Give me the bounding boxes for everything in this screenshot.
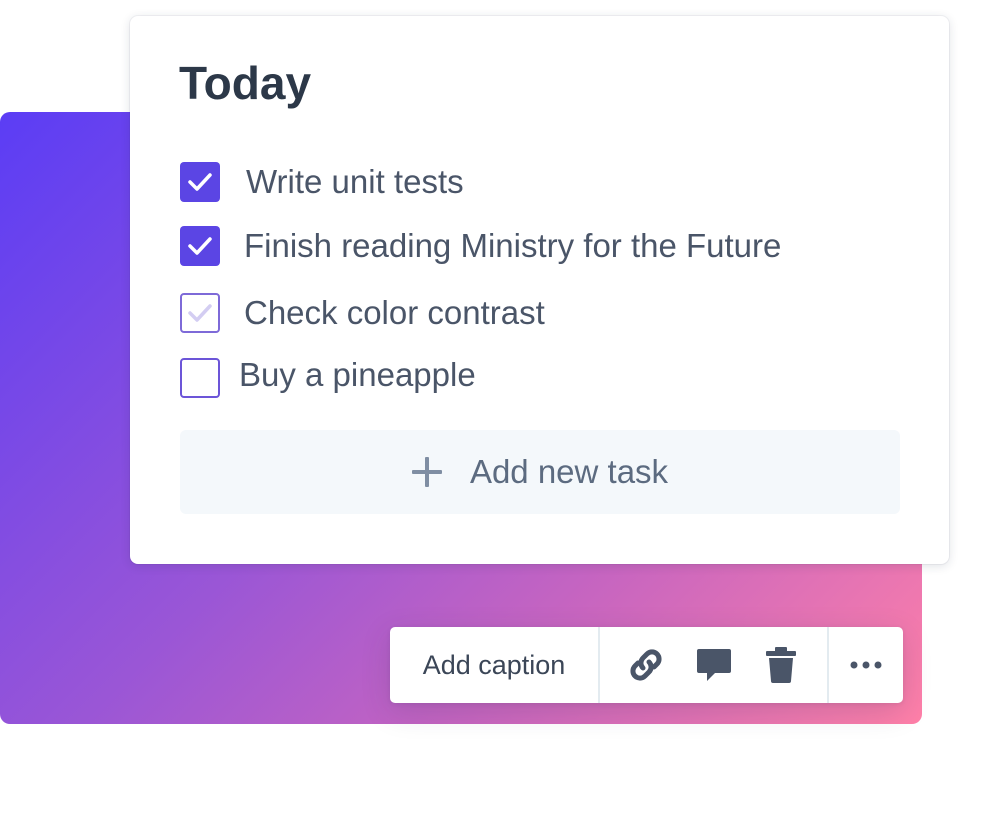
comment-icon (696, 649, 731, 681)
plus-icon (411, 457, 442, 487)
task-item: Finish reading Ministry for the Future (180, 226, 781, 266)
link-icon (630, 649, 662, 681)
add-caption-button[interactable]: Add caption (390, 627, 598, 703)
task-item: Check color contrast (180, 293, 545, 333)
task-checkbox[interactable] (180, 293, 220, 333)
add-new-task-label: Add new task (469, 453, 669, 490)
check-icon (188, 173, 212, 191)
more-options-button[interactable] (829, 627, 903, 703)
comment-button[interactable] (692, 643, 736, 687)
task-checkbox[interactable] (180, 226, 220, 266)
more-icon (850, 661, 882, 669)
check-icon (188, 237, 212, 255)
task-label: Finish reading Ministry for the Future (244, 227, 782, 264)
delete-button[interactable] (759, 643, 803, 687)
link-button[interactable] (624, 643, 668, 687)
task-label: Buy a pineapple (239, 356, 476, 393)
task-label: Check color contrast (244, 294, 545, 331)
image-toolbar: Add caption (390, 627, 903, 703)
task-checkbox[interactable] (180, 358, 220, 398)
todo-card: Today Write unit tests Finish reading Mi… (130, 16, 949, 564)
trash-icon (766, 647, 797, 683)
task-checkbox[interactable] (180, 162, 220, 202)
task-item: Write unit tests (180, 162, 464, 202)
toolbar-actions (600, 627, 827, 703)
add-new-task-button[interactable]: Add new task (180, 430, 900, 514)
card-title: Today (179, 57, 312, 109)
check-icon (188, 304, 212, 322)
task-label: Write unit tests (246, 163, 464, 200)
task-item: Buy a pineapple (180, 356, 476, 398)
canvas: Today Write unit tests Finish reading Mi… (0, 0, 991, 834)
